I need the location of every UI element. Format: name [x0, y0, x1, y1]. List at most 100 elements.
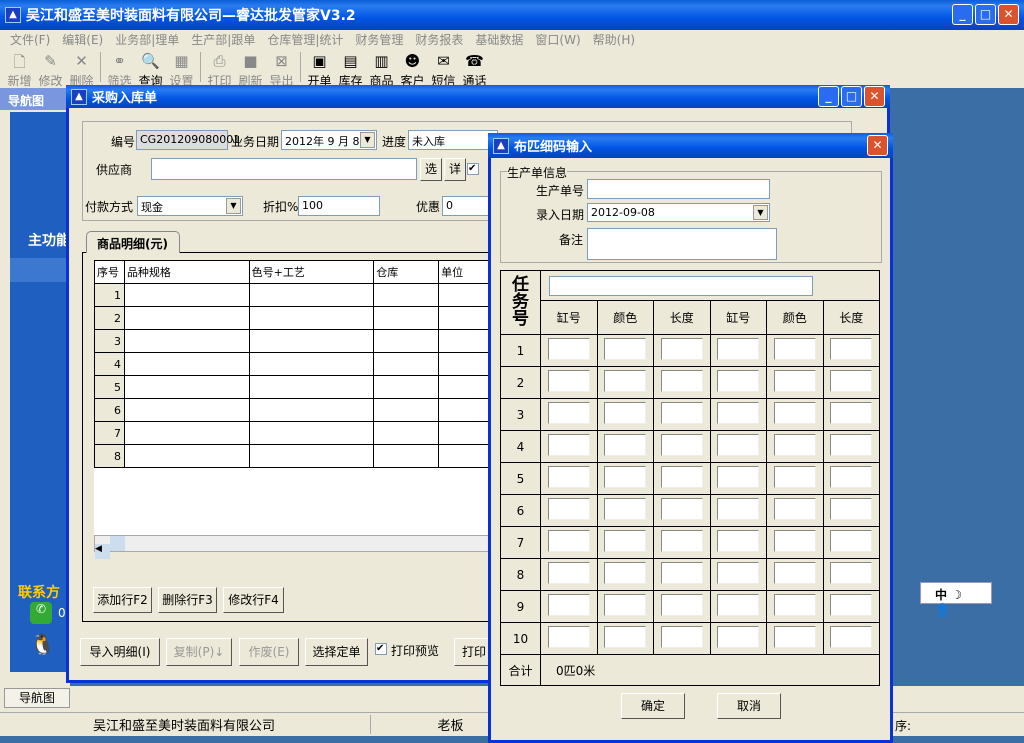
toolbar-customer-button[interactable]: ☻ 客户	[397, 52, 428, 89]
cell-input[interactable]	[717, 338, 760, 360]
cell-input[interactable]	[660, 626, 703, 648]
cell-input[interactable]	[547, 434, 590, 456]
tab-goods-detail[interactable]: 商品明细(元)	[86, 231, 180, 253]
progress-select[interactable]: 未入库	[408, 130, 498, 150]
toolbar-goods-button[interactable]: ▥ 商品	[366, 52, 397, 89]
cell-input[interactable]	[830, 498, 873, 520]
purchase-minimize-button[interactable]: _	[818, 86, 839, 107]
cell-input[interactable]	[773, 402, 816, 424]
cell-input[interactable]	[717, 626, 760, 648]
cell-input[interactable]	[830, 338, 873, 360]
cell-input[interactable]	[830, 370, 873, 392]
cell-input[interactable]	[717, 434, 760, 456]
cell-input[interactable]	[773, 466, 816, 488]
toolbar-call-button[interactable]: ☎ 通话	[459, 52, 490, 89]
cell-input[interactable]	[547, 466, 590, 488]
table-row[interactable]: 8	[94, 444, 494, 468]
menu-item[interactable]: 基础数据	[475, 33, 523, 47]
cell-input[interactable]	[830, 402, 873, 424]
cell-input[interactable]	[547, 338, 590, 360]
horizontal-scrollbar[interactable]: ◀	[94, 535, 494, 559]
supplier-detail-button[interactable]: 详	[444, 158, 466, 181]
cell-input[interactable]	[604, 370, 647, 392]
cell-input[interactable]	[547, 594, 590, 616]
table-row[interactable]: 4	[94, 352, 494, 376]
dialog-close-button[interactable]: ✕	[867, 135, 888, 156]
menu-item[interactable]: 生产部|跟单	[191, 33, 255, 47]
toolbar-magnifier-button[interactable]: 🔍 查询	[135, 52, 166, 89]
cell-input[interactable]	[773, 498, 816, 520]
cell-input[interactable]	[773, 370, 816, 392]
menu-item[interactable]: 财务报表	[415, 33, 463, 47]
cell-input[interactable]	[830, 562, 873, 584]
delete-row-button[interactable]: 删除行F3	[158, 587, 217, 613]
close-button[interactable]: ✕	[998, 4, 1019, 25]
cell-input[interactable]	[660, 402, 703, 424]
cell-input[interactable]	[547, 498, 590, 520]
menu-item[interactable]: 文件(F)	[10, 33, 50, 47]
cell-input[interactable]	[547, 370, 590, 392]
checkbox[interactable]: ✔	[467, 163, 479, 175]
cell-input[interactable]	[773, 626, 816, 648]
table-row[interactable]: 3	[94, 329, 494, 353]
cell-input[interactable]	[830, 626, 873, 648]
supplier-input[interactable]	[151, 158, 417, 180]
cell-input[interactable]	[830, 530, 873, 552]
select-supplier-button[interactable]: 选	[420, 158, 442, 181]
nav-item[interactable]	[10, 258, 70, 282]
menu-item[interactable]: 帮助(H)	[593, 33, 635, 47]
cell-input[interactable]	[547, 530, 590, 552]
cell-input[interactable]	[660, 530, 703, 552]
edit-row-button[interactable]: 修改行F4	[223, 587, 284, 613]
table-row[interactable]: 1	[94, 283, 494, 307]
cell-input[interactable]	[660, 498, 703, 520]
table-row[interactable]: 7	[94, 421, 494, 445]
ok-button[interactable]: 确定	[621, 693, 685, 719]
print-preview-checkbox[interactable]: ✔	[375, 643, 387, 655]
cell-input[interactable]	[717, 594, 760, 616]
cell-input[interactable]	[604, 466, 647, 488]
task-number-input[interactable]	[549, 275, 813, 296]
note-textarea[interactable]	[587, 228, 777, 260]
cell-input[interactable]	[773, 594, 816, 616]
cell-input[interactable]	[604, 562, 647, 584]
cell-input[interactable]	[604, 338, 647, 360]
cell-input[interactable]	[660, 594, 703, 616]
menu-item[interactable]: 仓库管理|统计	[267, 33, 343, 47]
cell-input[interactable]	[547, 402, 590, 424]
entry-date-picker[interactable]: 2012-09-08 ▼	[587, 203, 770, 222]
date-picker[interactable]: 2012年 9 月 8 ▼	[281, 130, 377, 150]
cell-input[interactable]	[773, 338, 816, 360]
cell-input[interactable]	[547, 626, 590, 648]
toolbar-sms-button[interactable]: ✉ 短信	[428, 52, 459, 89]
cell-input[interactable]	[830, 466, 873, 488]
pay-select[interactable]: 现金 ▼	[137, 196, 243, 216]
cell-input[interactable]	[717, 370, 760, 392]
cell-input[interactable]	[660, 466, 703, 488]
cell-input[interactable]	[604, 626, 647, 648]
cell-input[interactable]	[830, 434, 873, 456]
menu-item[interactable]: 编辑(E)	[62, 33, 103, 47]
cancel-button[interactable]: 取消	[717, 693, 781, 719]
discount-input[interactable]: 100	[298, 196, 380, 216]
prod-number-input[interactable]	[587, 179, 770, 199]
toolbar-stock-button[interactable]: ▤ 库存	[335, 52, 366, 89]
cell-input[interactable]	[717, 530, 760, 552]
ime-bar[interactable]: 中 ☽ 👤	[920, 582, 992, 617]
cell-input[interactable]	[660, 434, 703, 456]
cell-input[interactable]	[773, 562, 816, 584]
choose-order-button[interactable]: 选择定单	[305, 638, 368, 666]
cell-input[interactable]	[604, 530, 647, 552]
cell-input[interactable]	[717, 562, 760, 584]
toolbar-order-button[interactable]: ▣ 开单	[304, 52, 335, 89]
menu-item[interactable]: 业务部|理单	[115, 33, 179, 47]
menu-item[interactable]: 财务管理	[355, 33, 403, 47]
cell-input[interactable]	[717, 402, 760, 424]
cell-input[interactable]	[773, 434, 816, 456]
table-row[interactable]: 6	[94, 398, 494, 422]
cell-input[interactable]	[717, 498, 760, 520]
cell-input[interactable]	[604, 402, 647, 424]
cell-input[interactable]	[660, 562, 703, 584]
purchase-close-button[interactable]: ✕	[864, 86, 885, 107]
cell-input[interactable]	[604, 498, 647, 520]
